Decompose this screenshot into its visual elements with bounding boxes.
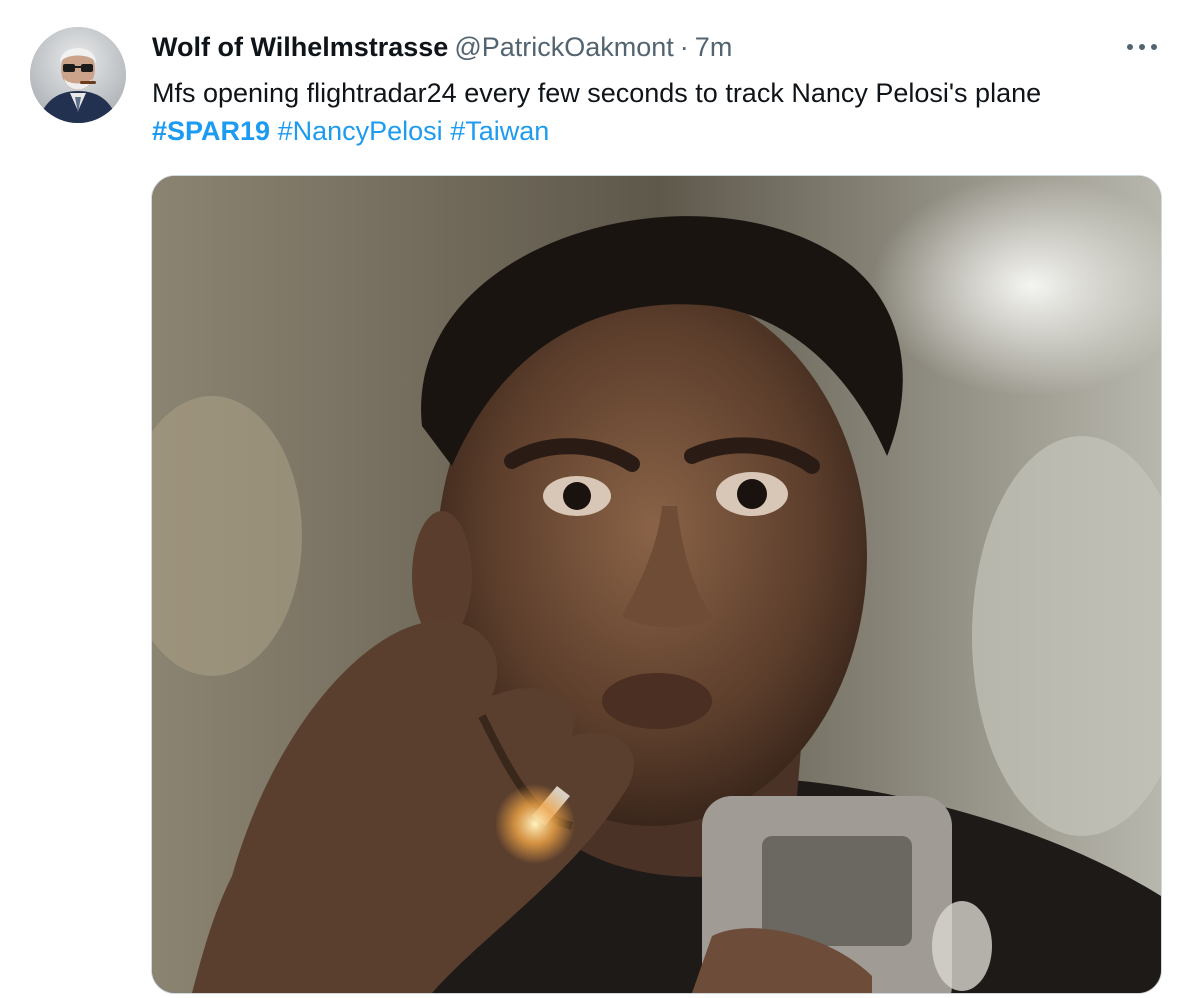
hashtag-spar19[interactable]: #SPAR19	[152, 116, 270, 146]
hashtag-row: #SPAR19 #NancyPelosi #Taiwan	[152, 112, 1162, 150]
hashtag-nancypelosi[interactable]: #NancyPelosi	[278, 116, 443, 146]
tweet-body: Mfs opening flightradar24 every few seco…	[152, 78, 1042, 108]
tweet-header: Wolf of Wilhelmstrasse @PatrickOakmont · 7m	[152, 30, 732, 64]
more-button[interactable]	[1122, 32, 1162, 62]
user-handle[interactable]: @PatrickOakmont	[454, 32, 673, 62]
tweet-media[interactable]	[151, 175, 1162, 994]
more-horizontal-icon	[1127, 44, 1157, 50]
tweet[interactable]: Wolf of Wilhelmstrasse @PatrickOakmont · 7m…	[0, 0, 1200, 998]
hashtag-taiwan[interactable]: #Taiwan	[450, 116, 549, 146]
avatar[interactable]	[30, 27, 126, 123]
avatar-image	[30, 27, 126, 123]
display-name[interactable]: Wolf of Wilhelmstrasse	[152, 32, 448, 62]
tweet-text: Mfs opening flightradar24 every few seco…	[152, 74, 1162, 150]
separator-dot: ·	[679, 32, 689, 62]
media-photo	[152, 176, 1161, 993]
timestamp[interactable]: 7m	[695, 32, 733, 62]
